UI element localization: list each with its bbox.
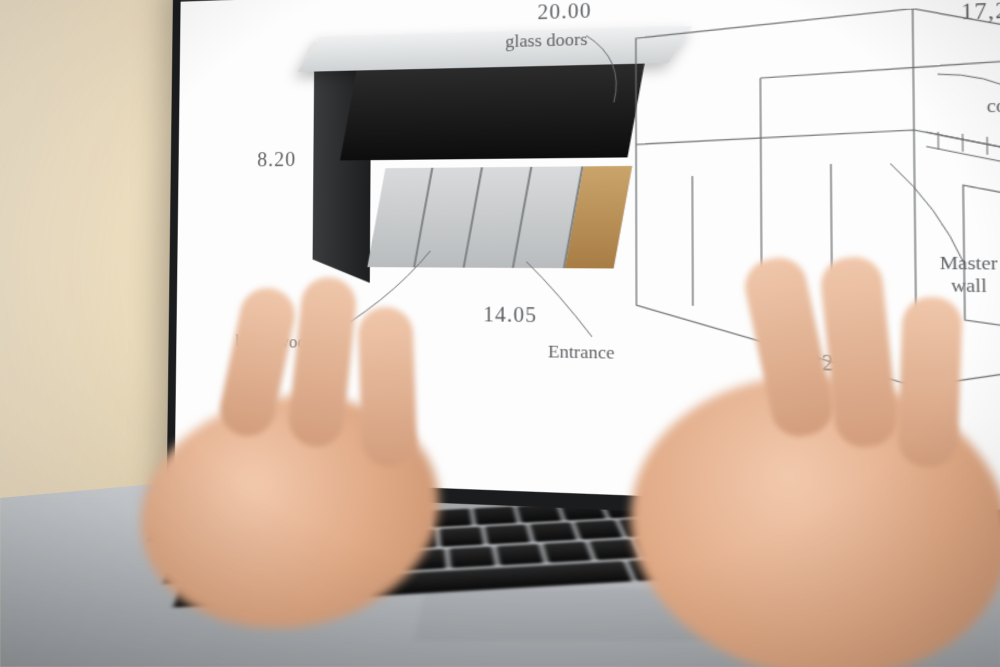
dim-8-20: 8.20: [257, 149, 296, 173]
ann-entrance: Entrance: [548, 341, 615, 364]
dim-20-00: 20.00: [537, 0, 591, 25]
finger: [357, 306, 418, 468]
ann-concrete: concrete: [987, 94, 1000, 118]
dim-17-20: 17,20: [961, 0, 1000, 26]
finger: [897, 296, 963, 468]
dim-14-05: 14.05: [483, 303, 537, 328]
ann-glass-doors: glass doors: [505, 29, 587, 52]
ann-master-wall: Master wall: [940, 252, 999, 297]
